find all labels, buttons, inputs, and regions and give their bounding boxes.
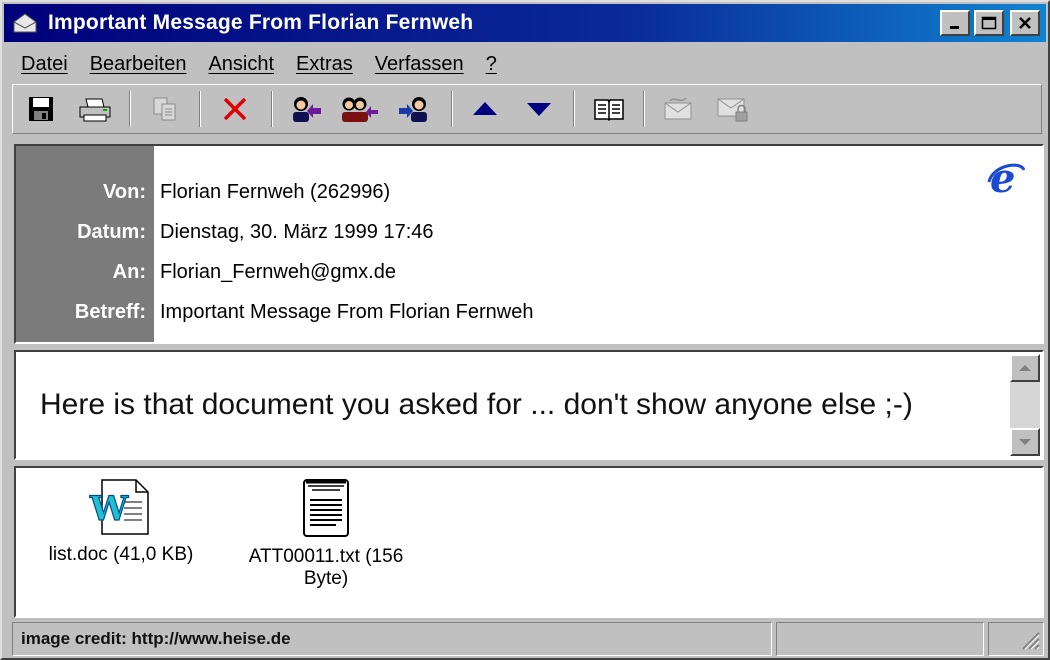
- word-document-icon: W: [88, 479, 149, 535]
- reply-icon: [293, 97, 321, 122]
- reply-all-button[interactable]: [339, 91, 379, 127]
- message-body[interactable]: Here is that document you asked for ... …: [14, 350, 1044, 460]
- message-header: Von: Florian Fernweh (262996) Datum: Die…: [14, 144, 1044, 344]
- subject-label: Betreff:: [74, 300, 146, 323]
- send-receive-button[interactable]: [659, 91, 699, 127]
- address-book-button[interactable]: [589, 91, 629, 127]
- status-panel-main: image credit: http://www.heise.de: [12, 622, 772, 656]
- to-label: An:: [112, 260, 146, 283]
- minimize-icon: [950, 26, 959, 29]
- previous-message-button[interactable]: [465, 91, 505, 127]
- minimize-button[interactable]: [940, 10, 970, 36]
- menu-bar: Datei Bearbeiten Ansicht Extras Verfasse…: [10, 46, 508, 82]
- status-panel-3: [988, 622, 1044, 656]
- floppy-disk-icon: [29, 97, 53, 121]
- message-text: Here is that document you asked for ... …: [40, 388, 913, 421]
- window-title: Important Message From Florian Fernweh: [48, 11, 474, 34]
- attachment-label: ATT00011.txt (156: [248, 546, 404, 567]
- copy-button[interactable]: [145, 91, 185, 127]
- reply-all-icon: [342, 97, 378, 122]
- menu-ansicht[interactable]: Ansicht: [197, 53, 285, 76]
- envelope-lock-icon: [717, 98, 748, 122]
- delete-x-icon: [223, 97, 247, 121]
- attachments-pane: W list.doc (41,0 KB) ATT00011.txt (156 B…: [14, 466, 1044, 618]
- printer-icon: [79, 98, 111, 122]
- status-bar: image credit: http://www.heise.de: [12, 622, 1044, 656]
- scroll-up-button[interactable]: [1010, 354, 1040, 382]
- delete-button[interactable]: [215, 91, 255, 127]
- attachment-label-line2: Byte): [303, 568, 349, 589]
- maximize-icon: [981, 16, 997, 30]
- attachment-label: list.doc (41,0 KB): [48, 544, 194, 565]
- arrow-down-icon: [527, 103, 551, 116]
- date-value: Dienstag, 30. März 1999 17:46: [160, 220, 434, 243]
- menu-datei[interactable]: Datei: [10, 53, 79, 76]
- menu-bearbeiten[interactable]: Bearbeiten: [79, 53, 198, 76]
- svg-text:W: W: [89, 489, 129, 529]
- resize-grip-icon[interactable]: [1017, 627, 1041, 651]
- status-text: image credit: http://www.heise.de: [21, 629, 291, 648]
- forward-button[interactable]: [395, 91, 435, 127]
- to-value[interactable]: Florian_Fernweh@gmx.de: [154, 261, 396, 284]
- envelope-icon: [13, 13, 37, 33]
- header-row-to: An: Florian_Fernweh@gmx.de: [16, 252, 1042, 292]
- scroll-up-arrow-icon: [1019, 365, 1031, 371]
- scroll-down-button[interactable]: [1010, 428, 1040, 456]
- scroll-down-arrow-icon: [1019, 439, 1031, 445]
- address-book-icon: [594, 99, 624, 122]
- toolbar: [12, 84, 1042, 134]
- subject-value: Important Message From Florian Fernweh: [160, 300, 534, 323]
- next-message-button[interactable]: [519, 91, 559, 127]
- encrypt-button[interactable]: [713, 91, 753, 127]
- menu-help[interactable]: ?: [475, 53, 508, 76]
- mail-window: Important Message From Florian Fernweh D…: [0, 0, 1050, 660]
- forward-icon: [399, 97, 427, 122]
- status-panel-2: [776, 622, 984, 656]
- reply-button[interactable]: [285, 91, 325, 127]
- vertical-scrollbar[interactable]: [1010, 354, 1040, 456]
- print-button[interactable]: [75, 91, 115, 127]
- header-row-date: Datum: Dienstag, 30. März 1999 17:46: [16, 212, 1042, 252]
- envelope-sign-icon: [664, 97, 692, 120]
- date-label: Datum:: [77, 220, 146, 243]
- attachment-att00011-txt[interactable]: ATT00011.txt (156 Byte): [226, 476, 426, 590]
- arrow-up-icon: [473, 102, 497, 115]
- menu-verfassen[interactable]: Verfassen: [364, 53, 475, 76]
- attachment-list-doc[interactable]: W list.doc (41,0 KB): [36, 476, 206, 566]
- maximize-button[interactable]: [974, 10, 1004, 36]
- save-button[interactable]: [21, 91, 61, 127]
- close-button[interactable]: [1010, 10, 1040, 36]
- header-row-subject: Betreff: Important Message From Florian …: [16, 292, 1042, 332]
- from-label: Von:: [103, 180, 146, 203]
- title-bar[interactable]: Important Message From Florian Fernweh: [4, 4, 1046, 42]
- copy-icon: [153, 97, 176, 121]
- header-row-from: Von: Florian Fernweh (262996): [16, 172, 1042, 212]
- text-file-icon: [303, 479, 349, 537]
- close-icon: [1019, 17, 1031, 29]
- menu-extras[interactable]: Extras: [285, 53, 364, 76]
- from-value[interactable]: Florian Fernweh (262996): [154, 181, 390, 204]
- internet-explorer-icon: e: [987, 158, 1026, 198]
